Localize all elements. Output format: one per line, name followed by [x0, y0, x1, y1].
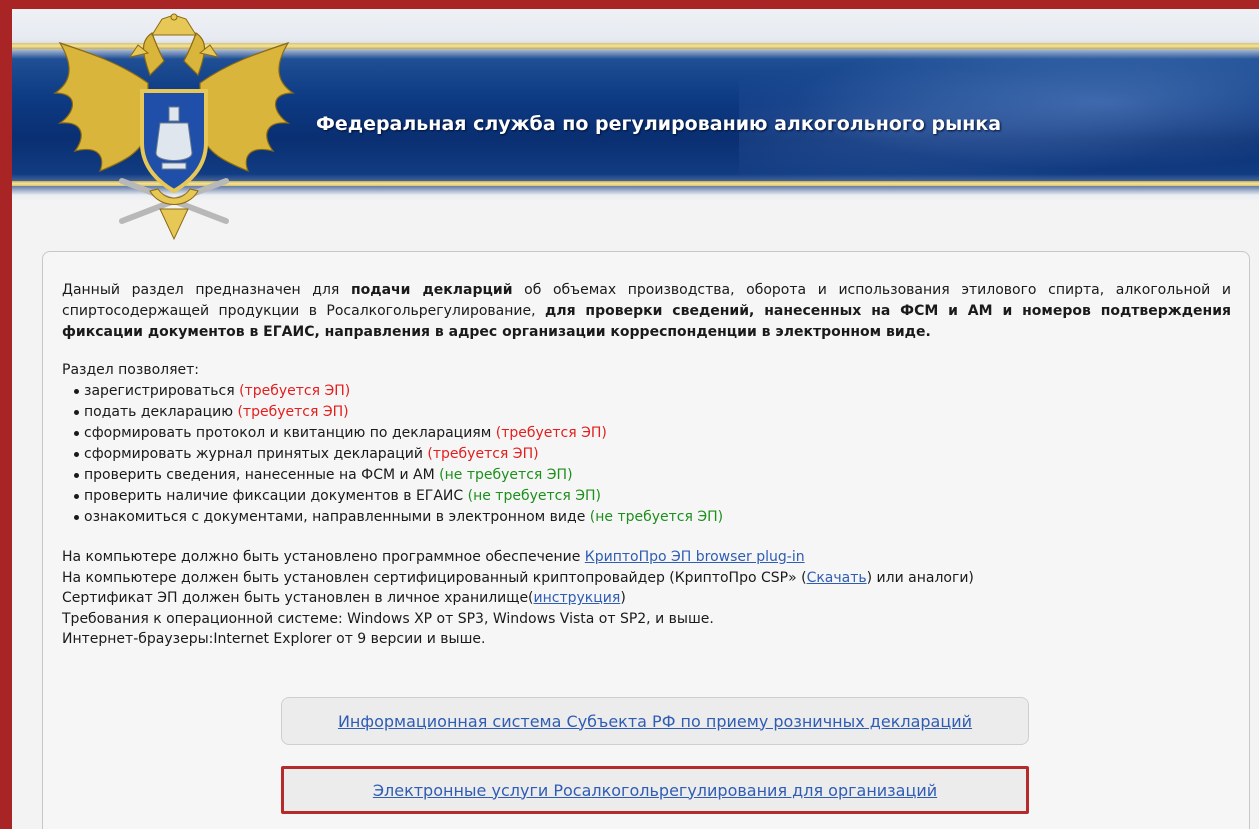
- feature-text: проверить наличие фиксации документов в …: [84, 488, 468, 504]
- intro-paragraph: Данный раздел предназначен для подачи де…: [62, 280, 1231, 343]
- feature-note-required: (требуется ЭП): [239, 383, 351, 399]
- list-item: сформировать протокол и квитанцию по дек…: [74, 423, 1231, 444]
- req-text: Сертификат ЭП должен быть установлен в л…: [62, 590, 534, 606]
- req-line-certificate: Сертификат ЭП должен быть установлен в л…: [62, 588, 1231, 609]
- intro-emph-1: подачи декларций: [350, 282, 513, 298]
- feature-text: зарегистрироваться: [84, 383, 240, 399]
- feature-note-not-required: (не требуется ЭП): [439, 467, 573, 483]
- req-text: ): [620, 590, 626, 606]
- list-item: проверить наличие фиксации документов в …: [74, 486, 1231, 507]
- list-item: сформировать журнал принятых деклараций …: [74, 444, 1231, 465]
- feature-note-required: (требуется ЭП): [495, 425, 607, 441]
- req-text: На компьютере должен быть установлен сер…: [62, 569, 807, 586]
- info-panel: Данный раздел предназначен для подачи де…: [42, 251, 1250, 829]
- req-text: ) или аналоги): [866, 569, 974, 586]
- list-item: проверить сведения, нанесенные на ФСМ и …: [74, 465, 1231, 486]
- eservices-link[interactable]: Электронные услуги Росалкогольрегулирова…: [373, 780, 937, 801]
- instruction-link[interactable]: инструкция: [534, 590, 621, 606]
- feature-note-required: (требуется ЭП): [427, 446, 539, 462]
- retail-declarations-link[interactable]: Информационная система Субъекта РФ по пр…: [338, 711, 972, 732]
- eservices-button[interactable]: Электронные услуги Росалкогольрегулирова…: [281, 766, 1029, 814]
- feature-text: проверить сведения, нанесенные на ФСМ и …: [84, 467, 440, 483]
- req-text: На компьютере должно быть установлено пр…: [62, 549, 585, 565]
- feature-text: ознакомиться с документами, направленным…: [84, 509, 590, 525]
- feature-text: подать декларацию: [84, 404, 238, 420]
- feature-note-not-required: (не требуется ЭП): [467, 488, 601, 504]
- req-line-os: Требования к операционной системе: Windo…: [62, 610, 714, 627]
- list-item: зарегистрироваться (требуется ЭП): [74, 381, 1231, 402]
- cryptopro-plugin-link[interactable]: КриптоПро ЭП browser plug-in: [585, 549, 805, 565]
- req-line-plugin: На компьютере должно быть установлено пр…: [62, 547, 1231, 568]
- list-item: ознакомиться с документами, направленным…: [74, 507, 1231, 528]
- intro-text-1: Данный раздел предназначен для: [62, 282, 351, 298]
- feature-text: сформировать журнал принятых деклараций: [84, 446, 428, 462]
- page-frame: Федеральная служба по регулированию алко…: [0, 0, 1259, 829]
- list-item: подать декларацию (требуется ЭП): [74, 402, 1231, 423]
- feature-note-required: (требуется ЭП): [237, 404, 349, 420]
- requirements-block: На компьютере должно быть установлено пр…: [62, 547, 1231, 650]
- coat-of-arms-icon: [53, 13, 295, 241]
- retail-declarations-button[interactable]: Информационная система Субъекта РФ по пр…: [281, 697, 1029, 745]
- req-line-browser: Интернет-браузеры:Internet Explorer от 9…: [62, 631, 486, 647]
- feature-note-not-required: (не требуется ЭП): [589, 509, 724, 525]
- features-list: зарегистрироваться (требуется ЭП) подать…: [62, 381, 1231, 528]
- feature-text: сформировать протокол и квитанцию по дек…: [84, 425, 496, 441]
- req-line-csp: На компьютере должен быть установлен сер…: [62, 568, 1231, 589]
- site-title: Федеральная служба по регулированию алко…: [316, 113, 1002, 135]
- features-label: Раздел позволяет:: [62, 362, 199, 378]
- download-csp-link[interactable]: Скачать: [807, 570, 867, 586]
